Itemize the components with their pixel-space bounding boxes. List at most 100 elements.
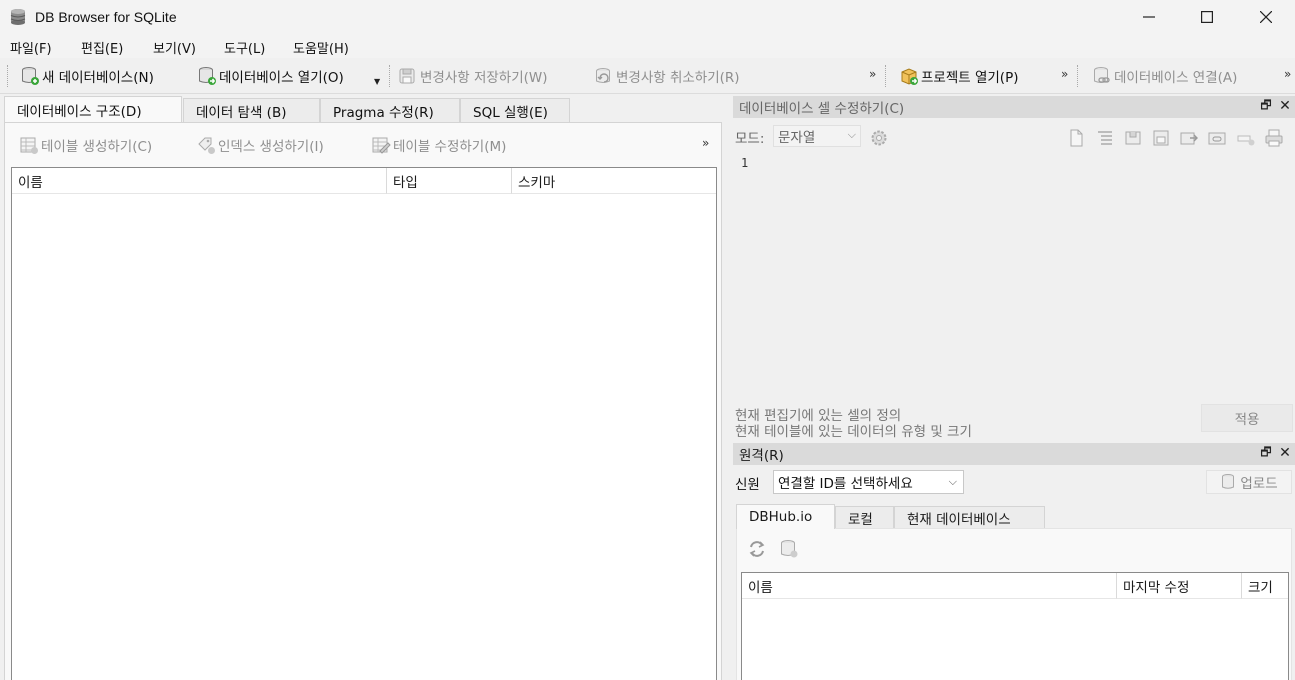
write-changes-label: 변경사항 저장하기(W) xyxy=(420,70,548,86)
float-dock-icon[interactable]: 🗗 xyxy=(1259,98,1273,113)
chevron-down-icon: ⌵ xyxy=(948,475,957,488)
menu-file[interactable]: 파일(F) xyxy=(10,38,52,57)
create-table-icon xyxy=(20,137,38,154)
line-number: 1 xyxy=(741,156,749,170)
tab-label: 데이터 탐색 (B) xyxy=(196,104,287,121)
close-dock-icon[interactable]: ✕ xyxy=(1278,445,1292,461)
apply-button[interactable]: 적용 xyxy=(1201,404,1293,432)
remote-file-list[interactable]: 이름 마지막 수정 크기 xyxy=(741,572,1289,680)
open-project-icon xyxy=(901,68,918,85)
mode-select-value: 문자열 xyxy=(778,130,816,146)
set-null-icon[interactable] xyxy=(1151,128,1171,148)
tab-label: Pragma 수정(R) xyxy=(333,104,434,121)
tab-edit-pragmas[interactable]: Pragma 수정(R) xyxy=(320,98,460,122)
toolbar-overflow-icon[interactable]: » xyxy=(1284,67,1291,81)
structure-toolbar-overflow-icon[interactable]: » xyxy=(702,136,709,150)
modify-table-label: 테이블 수정하기(M) xyxy=(393,139,507,155)
mode-select[interactable]: 문자열 ⌵ xyxy=(773,125,861,147)
word-wrap-icon[interactable] xyxy=(1095,128,1115,148)
print-icon[interactable] xyxy=(1264,128,1284,148)
close-dock-icon[interactable]: ✕ xyxy=(1278,98,1292,114)
remote-title: 원격(R) xyxy=(739,448,784,464)
tab-label: 현재 데이터베이스 xyxy=(907,512,1011,528)
modify-table-icon xyxy=(372,137,391,154)
write-changes-icon xyxy=(399,68,415,84)
create-table-button[interactable]: 테이블 생성하기(C) xyxy=(19,133,152,157)
maximize-button[interactable] xyxy=(1178,0,1236,34)
column-header-schema[interactable]: 스키마 xyxy=(512,168,716,194)
auto-switch-mode-gear-icon[interactable] xyxy=(869,128,889,148)
open-database-dropdown-icon[interactable]: ▼ xyxy=(374,77,380,86)
tab-browse-data[interactable]: 데이터 탐색 (B) xyxy=(183,98,320,122)
identity-select-value: 연결할 ID를 선택하세요 xyxy=(778,476,913,492)
create-table-label: 테이블 생성하기(C) xyxy=(41,139,153,155)
refresh-icon[interactable] xyxy=(747,539,767,559)
schema-tree[interactable]: 이름 타입 스키마 xyxy=(11,167,717,680)
column-header-name[interactable]: 이름 xyxy=(742,573,1117,599)
edit-cell-title: 데이터베이스 셀 수정하기(C) xyxy=(739,101,905,117)
column-header-label: 크기 xyxy=(1248,579,1273,596)
open-in-editor-icon[interactable] xyxy=(1179,128,1199,148)
tab-dbhub[interactable]: DBHub.io xyxy=(736,504,835,529)
cell-info-line-2: 현재 테이블에 있는 데이터의 유형 및 크기 xyxy=(735,424,972,440)
attach-database-button[interactable]: 데이터베이스 연결(A) xyxy=(1092,64,1237,88)
menu-bar: 파일(F) 편집(E) 보기(V) 도구(L) 도움말(H) xyxy=(0,34,1295,58)
menu-view[interactable]: 보기(V) xyxy=(153,38,196,57)
tab-current-database[interactable]: 현재 데이터베이스 xyxy=(894,506,1045,529)
close-button[interactable] xyxy=(1237,0,1295,34)
column-header-label: 이름 xyxy=(18,174,43,191)
tab-label: SQL 실행(E) xyxy=(473,104,548,121)
toolbar-overflow-icon[interactable]: » xyxy=(1061,67,1068,81)
toolbar-grip[interactable] xyxy=(7,65,9,87)
toolbar-separator xyxy=(389,65,391,87)
app-database-icon xyxy=(10,9,26,25)
column-header-label: 스키마 xyxy=(518,174,556,191)
column-header-label: 마지막 수정 xyxy=(1123,579,1190,596)
minimize-icon xyxy=(1143,16,1155,18)
new-database-label: 새 데이터베이스(N) xyxy=(42,70,154,86)
write-changes-button[interactable]: 변경사항 저장하기(W) xyxy=(398,64,548,88)
import-file-icon[interactable] xyxy=(1066,128,1086,148)
revert-changes-button[interactable]: 변경사항 취소하기(R) xyxy=(594,64,740,88)
close-icon xyxy=(1260,11,1272,23)
float-dock-icon[interactable]: 🗗 xyxy=(1259,445,1273,460)
tab-label: DBHub.io xyxy=(749,509,813,525)
tab-execute-sql[interactable]: SQL 실행(E) xyxy=(460,98,570,122)
revert-changes-icon xyxy=(596,68,610,83)
column-header-name[interactable]: 이름 xyxy=(12,168,387,194)
clone-database-icon[interactable] xyxy=(779,539,799,559)
identity-select[interactable]: 연결할 ID를 선택하세요 ⌵ xyxy=(773,470,964,494)
open-project-button[interactable]: 프로젝트 열기(P) xyxy=(899,64,1019,88)
cell-editor-text-area[interactable]: 1 xyxy=(733,154,1295,402)
menu-tools[interactable]: 도구(L) xyxy=(224,38,265,57)
dbhub-tab-content: 이름 마지막 수정 크기 xyxy=(736,528,1292,680)
tab-label: 데이터베이스 구조(D) xyxy=(17,103,142,120)
menu-help[interactable]: 도움말(H) xyxy=(293,38,349,57)
toolbar-grip[interactable] xyxy=(885,65,887,87)
create-index-button[interactable]: 인덱스 생성하기(I) xyxy=(196,133,324,157)
tab-database-structure[interactable]: 데이터베이스 구조(D) xyxy=(4,96,182,122)
image-viewer-icon[interactable] xyxy=(1207,128,1227,148)
toolbar-overflow-icon[interactable]: » xyxy=(869,67,876,81)
tab-local[interactable]: 로컬 xyxy=(835,506,894,529)
open-project-label: 프로젝트 열기(P) xyxy=(921,70,1019,86)
column-header-label: 이름 xyxy=(748,579,773,596)
upload-button[interactable]: 업로드 xyxy=(1206,470,1292,494)
database-structure-panel: 테이블 생성하기(C) 인덱스 생성하기(I) 테이블 수정하기(M) » 이름… xyxy=(4,122,722,680)
tab-label: 로컬 xyxy=(848,512,873,528)
open-database-button[interactable]: 데이터베이스 열기(O) xyxy=(197,64,344,88)
upload-database-icon xyxy=(1222,474,1235,489)
export-file-icon[interactable] xyxy=(1123,128,1143,148)
mode-label: 모드: xyxy=(735,131,765,147)
toolbar-grip[interactable] xyxy=(1077,65,1079,87)
new-database-button[interactable]: 새 데이터베이스(N) xyxy=(20,64,154,88)
minimize-button[interactable] xyxy=(1120,0,1178,34)
revert-changes-label: 변경사항 취소하기(R) xyxy=(616,70,740,86)
edit-cell-dock-title: 데이터베이스 셀 수정하기(C) 🗗 ✕ xyxy=(733,96,1295,118)
column-header-type[interactable]: 타입 xyxy=(387,168,512,194)
menu-edit[interactable]: 편집(E) xyxy=(81,38,123,57)
evaluate-icon[interactable] xyxy=(1236,128,1256,148)
column-header-size[interactable]: 크기 xyxy=(1242,573,1288,599)
modify-table-button[interactable]: 테이블 수정하기(M) xyxy=(371,133,506,157)
column-header-last-modified[interactable]: 마지막 수정 xyxy=(1117,573,1242,599)
